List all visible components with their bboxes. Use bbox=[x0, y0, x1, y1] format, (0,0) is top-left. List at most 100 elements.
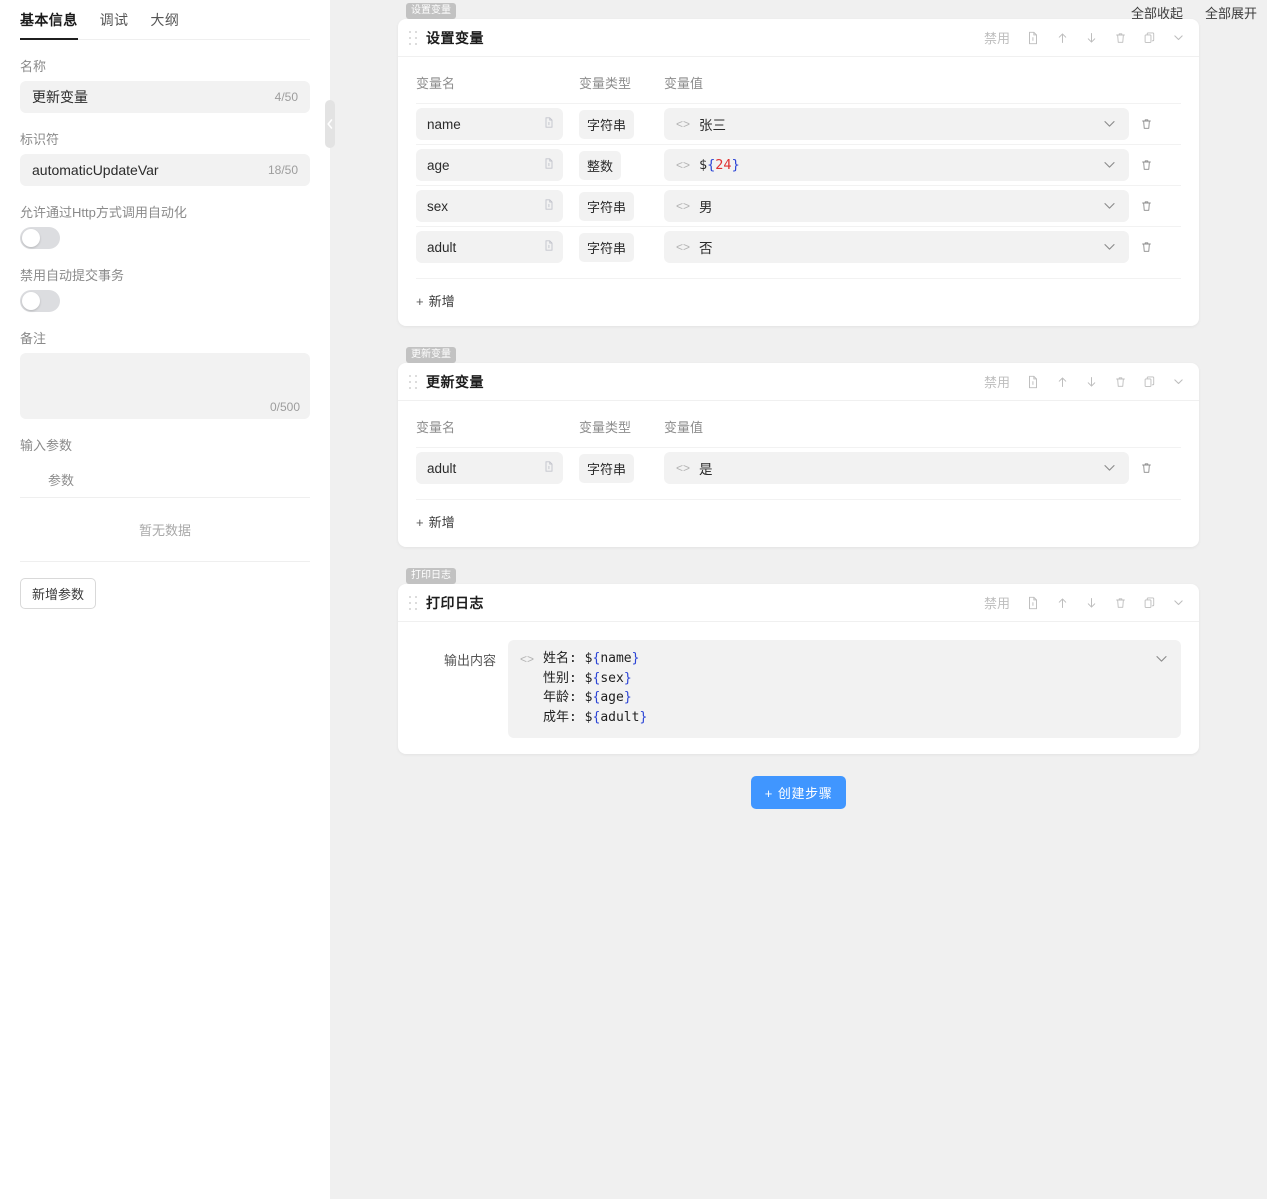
variable-value-expand-button[interactable] bbox=[1102, 196, 1117, 216]
step-note-button[interactable] bbox=[1026, 31, 1040, 45]
identifier-label: 标识符 bbox=[20, 129, 310, 148]
drag-handle-icon[interactable] bbox=[408, 373, 418, 391]
step-move-up-button[interactable] bbox=[1056, 596, 1069, 610]
table-row: sex 字符串 <> 男 bbox=[416, 186, 1181, 227]
variable-type-select[interactable]: 字符串 bbox=[579, 110, 634, 139]
variable-value-expand-button[interactable] bbox=[1102, 237, 1117, 257]
document-icon bbox=[543, 116, 555, 129]
variable-value-input[interactable]: <> ${24} bbox=[664, 149, 1129, 181]
disable-autocommit-label: 禁用自动提交事务 bbox=[20, 265, 310, 284]
main-canvas: 全部收起 全部展开 设置变量 设置变量 禁用 变量名 变量类型 bbox=[330, 0, 1267, 1199]
variable-value-text: 否 bbox=[699, 237, 1093, 257]
variable-value-input[interactable]: <> 否 bbox=[664, 231, 1129, 263]
tab-outline[interactable]: 大纲 bbox=[150, 10, 179, 39]
step-copy-button[interactable] bbox=[1143, 31, 1156, 45]
variable-name-input[interactable]: sex bbox=[416, 190, 563, 222]
disable-autocommit-toggle[interactable] bbox=[20, 290, 60, 312]
note-icon bbox=[1026, 375, 1040, 389]
step-collapse-button[interactable] bbox=[1172, 375, 1185, 388]
variable-type-select[interactable]: 整数 bbox=[579, 151, 621, 180]
step-move-down-button[interactable] bbox=[1085, 596, 1098, 610]
arrow-down-icon bbox=[1085, 31, 1098, 45]
add-row-label: 新增 bbox=[429, 515, 455, 530]
tab-debug[interactable]: 调试 bbox=[100, 10, 129, 39]
variable-value-input[interactable]: <> 是 bbox=[664, 452, 1129, 484]
variable-value-expand-button[interactable] bbox=[1102, 114, 1117, 134]
http-invoke-toggle[interactable] bbox=[20, 227, 60, 249]
header-actions bbox=[1129, 71, 1181, 104]
step-move-up-button[interactable] bbox=[1056, 375, 1069, 389]
step-note-button[interactable] bbox=[1026, 375, 1040, 389]
chevron-down-icon bbox=[1172, 375, 1185, 388]
variable-value-expand-button[interactable] bbox=[1102, 458, 1117, 478]
delete-row-button[interactable] bbox=[1129, 117, 1163, 131]
drag-handle-icon[interactable] bbox=[408, 594, 418, 612]
step-move-up-button[interactable] bbox=[1056, 31, 1069, 45]
variable-name-input[interactable]: adult bbox=[416, 231, 563, 263]
disable-step-button[interactable]: 禁用 bbox=[984, 28, 1010, 47]
step-collapse-button[interactable] bbox=[1172, 596, 1185, 609]
variable-name-input[interactable]: adult bbox=[416, 452, 563, 484]
header-variable-type: 变量类型 bbox=[579, 415, 664, 448]
variable-value-input[interactable]: <> 张三 bbox=[664, 108, 1129, 140]
arrow-up-icon bbox=[1056, 596, 1069, 610]
log-output-input[interactable]: <> 姓名: ${name}性别: ${sex}年龄: ${age}成年: ${… bbox=[508, 640, 1181, 738]
trash-icon bbox=[1140, 117, 1153, 131]
delete-row-button[interactable] bbox=[1129, 199, 1163, 213]
step-card: 设置变量 禁用 变量名 变量类型 变量值 name bbox=[398, 19, 1199, 326]
step-title: 打印日志 bbox=[426, 593, 484, 613]
variables-table: 变量名 变量类型 变量值 name 字符串 <> 张三 bbox=[416, 71, 1181, 267]
remark-textarea[interactable]: 0/500 bbox=[20, 353, 310, 419]
name-input[interactable]: 更新变量 4/50 bbox=[20, 81, 310, 113]
copy-icon bbox=[1143, 31, 1156, 45]
step-card-body: 变量名 变量类型 变量值 adult 字符串 <> 是 bbox=[398, 401, 1199, 547]
step-move-down-button[interactable] bbox=[1085, 31, 1098, 45]
step-move-down-button[interactable] bbox=[1085, 375, 1098, 389]
document-icon bbox=[543, 198, 555, 211]
create-step-button[interactable]: +创建步骤 bbox=[751, 776, 847, 809]
variable-value-input[interactable]: <> 男 bbox=[664, 190, 1129, 222]
step-delete-button[interactable] bbox=[1114, 31, 1127, 45]
variable-value-expand-button[interactable] bbox=[1102, 155, 1117, 175]
variable-type-select[interactable]: 字符串 bbox=[579, 454, 634, 483]
toggle-knob bbox=[22, 292, 40, 310]
arrow-up-icon bbox=[1056, 375, 1069, 389]
step-card: 更新变量 禁用 变量名 变量类型 变量值 adult bbox=[398, 363, 1199, 547]
sidebar-collapse-handle[interactable] bbox=[325, 100, 335, 148]
delete-row-button[interactable] bbox=[1129, 461, 1163, 475]
sidebar-panel: 基本信息 调试 大纲 名称 更新变量 4/50 标识符 automaticUpd… bbox=[0, 0, 330, 1199]
variable-type-select[interactable]: 字符串 bbox=[579, 192, 634, 221]
identifier-input[interactable]: automaticUpdateVar 18/50 bbox=[20, 154, 310, 186]
chevron-left-icon bbox=[327, 119, 333, 129]
delete-row-button[interactable] bbox=[1129, 158, 1163, 172]
log-output-expand-button[interactable] bbox=[1154, 649, 1169, 669]
step-note-button[interactable] bbox=[1026, 596, 1040, 610]
step-delete-button[interactable] bbox=[1114, 596, 1127, 610]
variable-type-select[interactable]: 字符串 bbox=[579, 233, 634, 262]
step-card-wrapper: 打印日志 打印日志 禁用 输出内容 <> 姓名: ${name}性别: ${se… bbox=[398, 565, 1199, 754]
http-invoke-label: 允许通过Http方式调用自动化 bbox=[20, 202, 310, 221]
variable-name-input[interactable]: name bbox=[416, 108, 563, 140]
header-variable-name: 变量名 bbox=[416, 415, 579, 448]
step-collapse-button[interactable] bbox=[1172, 31, 1185, 44]
delete-row-button[interactable] bbox=[1129, 240, 1163, 254]
disable-step-button[interactable]: 禁用 bbox=[984, 372, 1010, 391]
code-brackets-icon: <> bbox=[676, 199, 690, 213]
document-icon bbox=[543, 157, 555, 170]
table-row: adult 字符串 <> 否 bbox=[416, 227, 1181, 268]
tab-basic-info[interactable]: 基本信息 bbox=[20, 10, 78, 39]
add-param-button[interactable]: 新增参数 bbox=[20, 578, 96, 609]
code-brackets-icon: <> bbox=[676, 461, 690, 475]
add-variable-row-button[interactable]: +新增 bbox=[416, 499, 1181, 531]
table-row: adult 字符串 <> 是 bbox=[416, 448, 1181, 489]
drag-handle-icon[interactable] bbox=[408, 29, 418, 47]
variable-name-value: adult bbox=[427, 461, 543, 476]
step-delete-button[interactable] bbox=[1114, 375, 1127, 389]
add-variable-row-button[interactable]: +新增 bbox=[416, 278, 1181, 310]
step-title: 更新变量 bbox=[426, 372, 484, 392]
disable-step-button[interactable]: 禁用 bbox=[984, 593, 1010, 612]
expand-all-button[interactable]: 全部展开 bbox=[1205, 3, 1257, 22]
step-copy-button[interactable] bbox=[1143, 596, 1156, 610]
step-copy-button[interactable] bbox=[1143, 375, 1156, 389]
variable-name-input[interactable]: age bbox=[416, 149, 563, 181]
